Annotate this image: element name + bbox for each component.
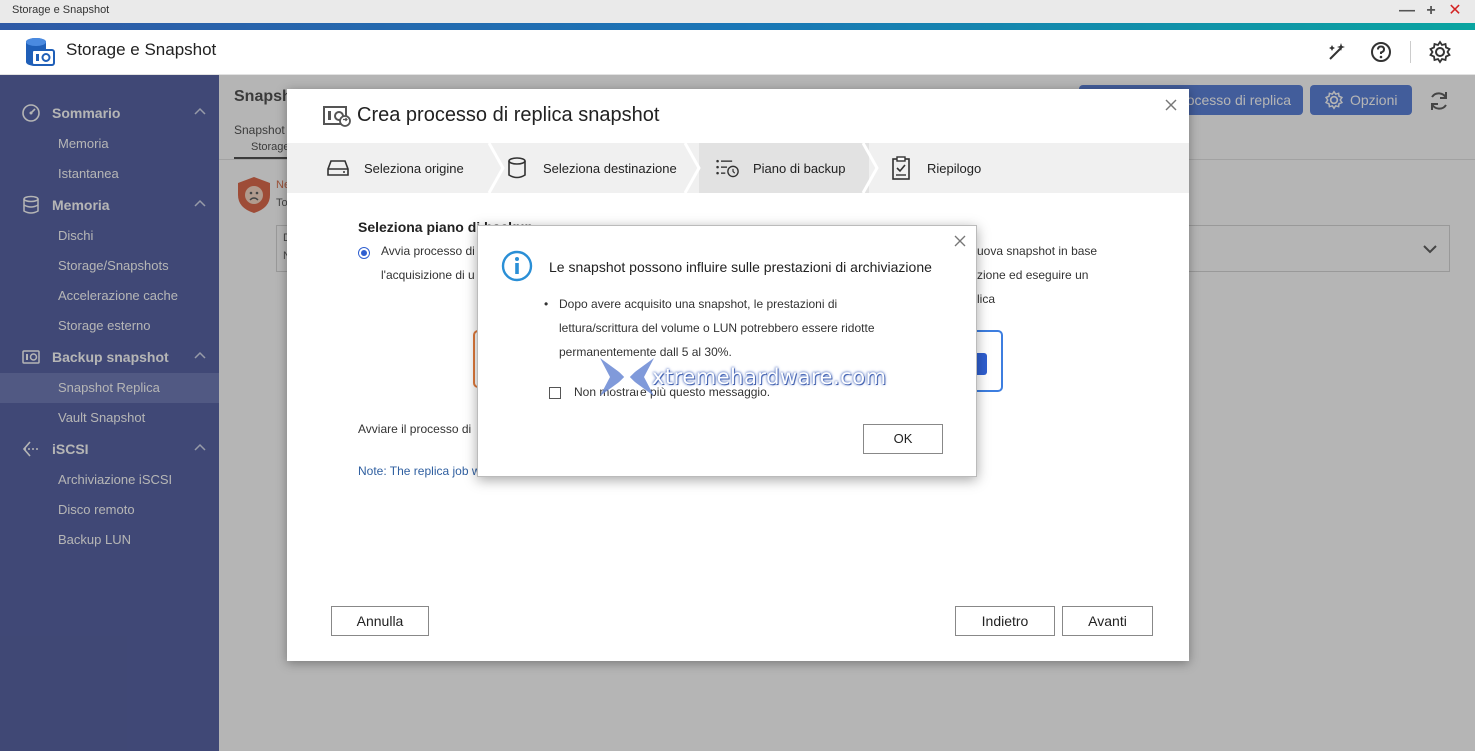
minimize-button[interactable]: — — [1395, 1, 1419, 21]
header-toolbar — [1308, 37, 1455, 67]
step-piano-di-backup: Piano di backup — [715, 143, 846, 193]
cylinder-icon — [505, 156, 529, 180]
header-separator — [1410, 41, 1411, 63]
start-process-text: Avviare il processo di — [358, 422, 472, 436]
dialog-title: Le snapshot possono influire sulle prest… — [549, 259, 932, 275]
help-icon[interactable] — [1366, 37, 1396, 67]
drive-icon — [326, 156, 350, 180]
step-label: Piano di backup — [753, 160, 846, 176]
cancel-button[interactable]: Annulla — [331, 606, 429, 636]
close-window-button[interactable]: ✕ — [1443, 1, 1467, 21]
step-separator — [487, 143, 505, 193]
dialog-text-line-3: permanentemente dall 5 al 30%. — [559, 345, 732, 359]
radio-selected[interactable] — [358, 247, 370, 259]
dont-show-again-label[interactable]: Non mostrare più questo messaggio. — [574, 385, 770, 399]
radio-option-text-right-3: lica — [977, 292, 996, 306]
close-icon[interactable] — [953, 234, 967, 248]
wizard-header: Crea processo di replica snapshot — [287, 89, 1189, 143]
gear-icon[interactable] — [1425, 37, 1455, 67]
app-header: Storage e Snapshot — [0, 30, 1475, 75]
schedule-icon — [715, 156, 739, 180]
step-label: Seleziona destinazione — [543, 160, 677, 176]
window-titlebar: Storage e Snapshot — + ✕ — [0, 0, 1475, 23]
step-riepilogo: Riepilogo — [889, 143, 981, 193]
wizard-title: Crea processo di replica snapshot — [357, 104, 660, 126]
close-icon[interactable] — [1163, 97, 1179, 113]
magic-wand-icon[interactable] — [1322, 37, 1352, 67]
replica-snapshot-icon — [323, 106, 351, 127]
clipboard-icon — [889, 156, 913, 180]
step-separator — [861, 143, 879, 193]
radio-option-text: Avvia processo di — [381, 244, 475, 258]
ok-button[interactable]: OK — [863, 424, 943, 454]
step-seleziona-destinazione: Seleziona destinazione — [505, 143, 677, 193]
window-title: Storage e Snapshot — [12, 4, 110, 16]
step-seleziona-origine: Seleziona origine — [326, 143, 464, 193]
radio-option-text-right-2: zione ed eseguire un — [977, 268, 1089, 282]
bullet: • — [544, 297, 549, 311]
info-icon — [501, 250, 533, 282]
app-name: Storage e Snapshot — [66, 40, 217, 59]
step-label: Riepilogo — [927, 160, 982, 176]
back-button[interactable]: Indietro — [955, 606, 1055, 636]
accent-strip — [0, 23, 1475, 30]
storage-app-logo-icon — [26, 38, 55, 66]
maximize-button[interactable]: + — [1419, 1, 1443, 21]
performance-warning-dialog: Le snapshot possono influire sulle prest… — [477, 225, 977, 477]
dialog-text-line-2: lettura/scrittura del volume o LUN potre… — [559, 321, 875, 335]
window-controls: — + ✕ — [1395, 1, 1467, 21]
next-button[interactable]: Avanti — [1062, 606, 1153, 636]
dialog-text-line-1: Dopo avere acquisito una snapshot, le pr… — [559, 297, 838, 311]
note-text: Note: The replica job w — [358, 464, 481, 478]
radio-option-text-2: l'acquisizione di u — [381, 268, 475, 282]
dont-show-again-checkbox[interactable] — [549, 387, 561, 399]
step-separator — [683, 143, 701, 193]
step-label: Seleziona origine — [364, 160, 464, 176]
backup-plan-radio[interactable] — [358, 245, 370, 259]
radio-option-text-right-1: uova snapshot in base — [977, 244, 1098, 258]
wizard-steps: Seleziona origine Seleziona destinazione… — [287, 143, 1189, 193]
